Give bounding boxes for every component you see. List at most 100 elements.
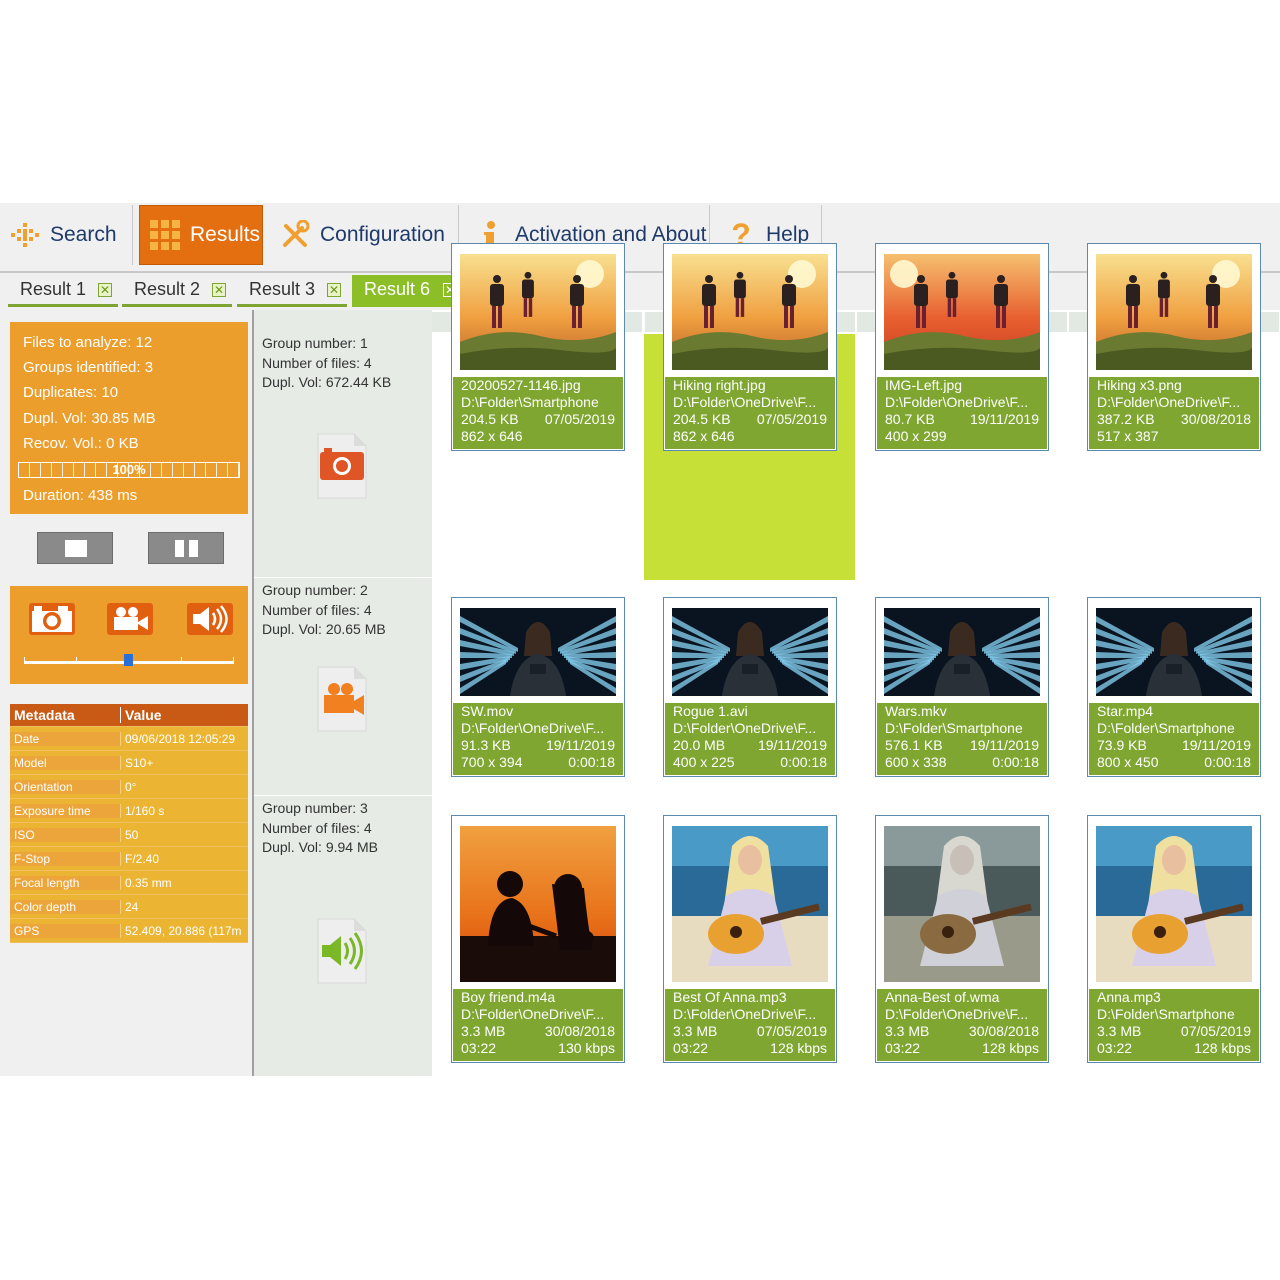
- group-duplicate-volume: Dupl. Vol: 672.44 KB: [262, 374, 392, 390]
- file-path: D:\Folder\OneDrive\F...: [673, 1006, 817, 1022]
- metadata-row[interactable]: GPS 52.409, 20.886 (117m: [10, 919, 248, 943]
- file-thumbnail[interactable]: [460, 608, 616, 696]
- metadata-value: 09/06/2018 12:05:29: [120, 731, 248, 746]
- metadata-row[interactable]: Color depth 24: [10, 895, 248, 919]
- file-path: D:\Folder\OneDrive\F...: [461, 1006, 605, 1022]
- results-grid-icon: [150, 220, 180, 250]
- close-tab-icon[interactable]: ✕: [212, 283, 226, 297]
- file-size: 91.3 KB: [461, 737, 511, 753]
- file-info: Rogue 1.avi D:\Folder\OneDrive\F... 20.0…: [665, 703, 835, 775]
- file-name: Anna-Best of.wma: [885, 989, 1000, 1005]
- file-size: 73.9 KB: [1097, 737, 1147, 753]
- file-thumbnail[interactable]: [1096, 254, 1252, 370]
- metadata-value: S10+: [120, 755, 248, 770]
- video-filter-button[interactable]: [106, 602, 154, 636]
- results-button[interactable]: Results: [139, 205, 263, 265]
- file-card[interactable]: Anna.mp3 D:\Folder\Smartphone 3.3 MB 07/0…: [1087, 815, 1261, 1063]
- file-info: Boy friend.m4a D:\Folder\OneDrive\F... 3…: [453, 989, 623, 1061]
- file-name: Anna.mp3: [1097, 989, 1161, 1005]
- file-extra: 0:00:18: [1204, 754, 1251, 770]
- group-info: Group number: 2 Number of files: 4 Dupl. V…: [262, 581, 386, 640]
- file-dimensions: 517 x 387: [1097, 428, 1159, 444]
- slider-handle[interactable]: [124, 654, 133, 666]
- file-card[interactable]: Hiking x3.png D:\Folder\OneDrive\F... 38…: [1087, 243, 1261, 451]
- file-card[interactable]: SW.mov D:\Folder\OneDrive\F... 91.3 KB 19…: [451, 597, 625, 777]
- file-dimensions: 400 x 299: [885, 428, 947, 444]
- metadata-header-key: Metadata: [14, 707, 75, 723]
- metadata-row[interactable]: Orientation 0°: [10, 775, 248, 799]
- file-thumbnail[interactable]: [884, 254, 1040, 370]
- group-duplicate-volume: Dupl. Vol: 9.94 MB: [262, 839, 378, 855]
- file-date: 30/08/2018: [544, 1023, 615, 1039]
- configuration-label: Configuration: [320, 223, 445, 246]
- metadata-row[interactable]: ISO 50: [10, 823, 248, 847]
- group-number: Group number: 2: [262, 582, 368, 598]
- file-thumbnail[interactable]: [672, 608, 828, 696]
- file-path: D:\Folder\Smartphone: [885, 720, 1023, 736]
- file-thumbnail[interactable]: [1096, 826, 1252, 982]
- metadata-row[interactable]: Exposure time 1/160 s: [10, 799, 248, 823]
- file-extra: 128 kbps: [1194, 1040, 1251, 1056]
- file-name: Best Of Anna.mp3: [673, 989, 787, 1005]
- groups-identified: Groups identified: 3: [23, 359, 154, 376]
- metadata-value: 1/160 s: [120, 803, 248, 818]
- close-tab-icon[interactable]: ✕: [327, 283, 341, 297]
- file-path: D:\Folder\OneDrive\F...: [885, 1006, 1029, 1022]
- file-path: D:\Folder\OneDrive\F...: [885, 394, 1029, 410]
- file-card[interactable]: Boy friend.m4a D:\Folder\OneDrive\F... 3…: [451, 815, 625, 1063]
- file-card[interactable]: Anna-Best of.wma D:\Folder\OneDrive\F...…: [875, 815, 1049, 1063]
- file-thumbnail[interactable]: [1096, 608, 1252, 696]
- file-card[interactable]: 20200527-1146.jpg D:\Folder\Smartphone 2…: [451, 243, 625, 451]
- file-extra: 0:00:18: [992, 754, 1039, 770]
- results-label: Results: [190, 223, 261, 246]
- group-file-count: Number of files: 4: [262, 601, 372, 618]
- file-name: Hiking right.jpg: [673, 377, 766, 393]
- tab-result-6[interactable]: Result 6 ✕: [352, 275, 463, 307]
- stop-button[interactable]: [37, 532, 113, 564]
- photo-filter-button[interactable]: [28, 602, 76, 636]
- file-date: 19/11/2019: [969, 737, 1039, 753]
- file-date: 19/11/2019: [969, 411, 1039, 427]
- tab-result-1[interactable]: Result 1 ✕: [8, 275, 118, 307]
- file-card[interactable]: Star.mp4 D:\Folder\Smartphone 73.9 KB 19/…: [1087, 597, 1261, 777]
- tab-result-3[interactable]: Result 3 ✕: [237, 275, 347, 307]
- configuration-button[interactable]: Configuration: [270, 205, 459, 265]
- file-date: 30/08/2018: [1180, 411, 1251, 427]
- file-thumbnail[interactable]: [460, 254, 616, 370]
- close-tab-icon[interactable]: ✕: [98, 283, 112, 297]
- file-size: 3.3 MB: [673, 1023, 718, 1039]
- file-name: Hiking x3.png: [1097, 377, 1182, 393]
- file-card[interactable]: Rogue 1.avi D:\Folder\OneDrive\F... 20.0…: [663, 597, 837, 777]
- metadata-key: Exposure time: [10, 803, 120, 818]
- file-date: 19/11/2019: [1181, 737, 1251, 753]
- metadata-row[interactable]: F-Stop F/2.40: [10, 847, 248, 871]
- file-size: 80.7 KB: [885, 411, 935, 427]
- similarity-slider[interactable]: [24, 654, 234, 666]
- file-card[interactable]: Wars.mkv D:\Folder\Smartphone 576.1 KB 19…: [875, 597, 1049, 777]
- file-thumbnail[interactable]: [672, 826, 828, 982]
- file-card[interactable]: Hiking right.jpg D:\Folder\OneDrive\F...…: [663, 243, 837, 451]
- pause-button[interactable]: [148, 532, 224, 564]
- file-date: 19/11/2019: [545, 737, 615, 753]
- audio-filter-button[interactable]: [186, 602, 234, 636]
- metadata-row[interactable]: Focal length 0.35 mm: [10, 871, 248, 895]
- file-thumbnail[interactable]: [460, 826, 616, 982]
- file-thumbnail[interactable]: [672, 254, 828, 370]
- metadata-row[interactable]: Model S10+: [10, 751, 248, 775]
- search-button[interactable]: Search: [0, 205, 133, 265]
- file-path: D:\Folder\OneDrive\F...: [673, 394, 817, 410]
- file-info: IMG-Left.jpg D:\Folder\OneDrive\F... 80.…: [877, 377, 1047, 449]
- tab-result-2[interactable]: Result 2 ✕: [122, 275, 232, 307]
- metadata-row[interactable]: Date 09/06/2018 12:05:29: [10, 727, 248, 751]
- file-info: Wars.mkv D:\Folder\Smartphone 576.1 KB 19…: [877, 703, 1047, 775]
- file-name: Boy friend.m4a: [461, 989, 556, 1005]
- metadata-value: 52.409, 20.886 (117m: [120, 923, 248, 938]
- metadata-header-value: Value: [120, 707, 248, 723]
- metadata-body: Date 09/06/2018 12:05:29 Model S10+ Orientat…: [10, 727, 248, 943]
- file-thumbnail[interactable]: [884, 608, 1040, 696]
- file-dimensions: 03:22: [885, 1040, 921, 1056]
- file-card[interactable]: Best Of Anna.mp3 D:\Folder\OneDrive\F...…: [663, 815, 837, 1063]
- file-thumbnail[interactable]: [884, 826, 1040, 982]
- file-dimensions: 03:22: [1097, 1040, 1133, 1056]
- file-card[interactable]: IMG-Left.jpg D:\Folder\OneDrive\F... 80.…: [875, 243, 1049, 451]
